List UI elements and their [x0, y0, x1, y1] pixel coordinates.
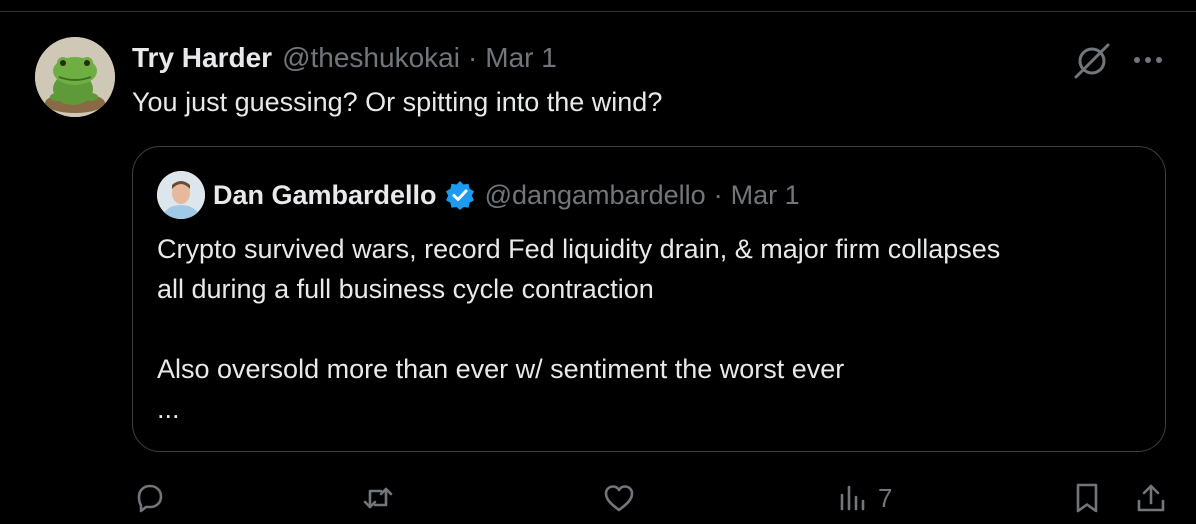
frog-avatar-image — [35, 37, 115, 117]
retweet-icon — [363, 487, 393, 509]
bookmark-button[interactable] — [1070, 476, 1104, 520]
quoted-author-handle[interactable]: @dangambardello — [485, 180, 706, 211]
quoted-text-line: all during a full business cycle contrac… — [157, 274, 654, 304]
bookmark-icon — [1076, 483, 1098, 513]
more-options-icon[interactable] — [1128, 46, 1168, 74]
avatar[interactable] — [35, 37, 115, 117]
quoted-avatar[interactable] — [157, 171, 205, 219]
heart-icon — [604, 485, 634, 512]
retweet-button[interactable] — [361, 476, 395, 520]
tweet-frame: Try Harder @theshukokai · Mar 1 You just… — [0, 0, 1196, 524]
views-icon — [840, 485, 865, 511]
person-avatar-image — [157, 171, 205, 219]
author-name[interactable]: Try Harder — [132, 42, 272, 74]
author-handle[interactable]: @theshukokai — [282, 42, 460, 74]
divider — [0, 0, 1196, 12]
tweet-text: You just guessing? Or spitting into the … — [132, 87, 663, 117]
tweet-date[interactable]: Mar 1 — [485, 42, 557, 74]
quoted-text-line: Crypto survived wars, record Fed liquidi… — [157, 234, 1001, 264]
separator-dot: · — [467, 42, 478, 73]
action-bar: 7 — [0, 476, 1196, 520]
quoted-text: Crypto survived wars, record Fed liquidi… — [157, 229, 1147, 429]
like-button[interactable] — [602, 476, 636, 520]
quoted-tweet[interactable]: Dan Gambardello @dangambardello · Mar 1 … — [132, 146, 1166, 452]
quoted-header: Dan Gambardello @dangambardello · Mar 1 — [213, 177, 800, 213]
share-icon — [1137, 484, 1165, 512]
views-button[interactable]: 7 — [836, 476, 892, 520]
reply-button[interactable] — [133, 476, 167, 520]
quoted-text-line: Also oversold more than ever w/ sentimen… — [157, 354, 845, 384]
tweet-header: Try Harder @theshukokai · Mar 1 — [132, 40, 557, 76]
quoted-text-blank-line — [157, 309, 1147, 349]
quoted-date[interactable]: Mar 1 — [731, 180, 800, 211]
reply-icon — [137, 484, 163, 513]
verified-badge-icon — [445, 180, 475, 210]
share-button[interactable] — [1134, 476, 1168, 520]
grok-icon[interactable] — [1072, 43, 1112, 79]
quoted-author-name[interactable]: Dan Gambardello — [213, 180, 437, 211]
views-count: 7 — [878, 482, 893, 513]
quoted-text-ellipsis: ... — [157, 394, 180, 424]
separator-dot: · — [713, 179, 723, 210]
